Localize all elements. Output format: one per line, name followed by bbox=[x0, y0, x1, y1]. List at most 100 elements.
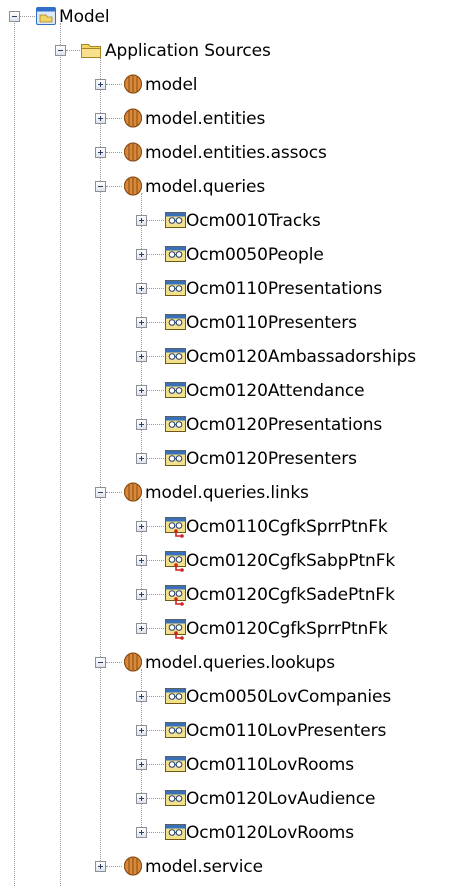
expand-toggle-icon[interactable] bbox=[95, 147, 106, 158]
tree-connector bbox=[147, 356, 164, 357]
tree-node-label: Ocm0110Presenters bbox=[186, 313, 357, 333]
tree-node-ocm0050people[interactable]: Ocm0050People bbox=[0, 238, 465, 272]
collapse-toggle-icon[interactable] bbox=[95, 657, 106, 668]
expand-toggle-icon[interactable] bbox=[136, 385, 147, 396]
view-object-icon bbox=[164, 311, 188, 333]
tree-connector bbox=[147, 594, 164, 595]
tree-connector bbox=[147, 764, 164, 765]
tree-node-model-entities-assocs[interactable]: model.entities.assocs bbox=[0, 136, 465, 170]
tree-node-label: model bbox=[145, 75, 198, 95]
view-link-icon bbox=[164, 583, 188, 607]
tree-node-ocm0110lovpresenters[interactable]: Ocm0110LovPresenters bbox=[0, 714, 465, 748]
tree-node-label: model.entities.assocs bbox=[145, 143, 327, 163]
view-object-icon bbox=[164, 413, 188, 435]
view-link-icon bbox=[164, 549, 188, 573]
expand-toggle-icon[interactable] bbox=[136, 725, 147, 736]
tree-node-ocm0050lovcompanies[interactable]: Ocm0050LovCompanies bbox=[0, 680, 465, 714]
tree-node-label: model.service bbox=[145, 857, 263, 877]
expand-toggle-icon[interactable] bbox=[136, 759, 147, 770]
tree-connector bbox=[147, 424, 164, 425]
tree-connector bbox=[147, 696, 164, 697]
tree-node-model-service[interactable]: model.service bbox=[0, 850, 465, 884]
view-object-icon bbox=[164, 821, 188, 843]
expand-toggle-icon[interactable] bbox=[136, 555, 147, 566]
expand-toggle-icon[interactable] bbox=[136, 691, 147, 702]
tree-node-ocm0120attendance[interactable]: Ocm0120Attendance bbox=[0, 374, 465, 408]
view-object-icon bbox=[164, 209, 188, 231]
tree-node-label: Ocm0050People bbox=[186, 245, 324, 265]
view-object-icon bbox=[164, 379, 188, 401]
expand-toggle-icon[interactable] bbox=[95, 113, 106, 124]
package-icon bbox=[122, 175, 144, 197]
tree-connector bbox=[20, 16, 35, 17]
tree-connector bbox=[106, 492, 122, 493]
tree-node-ocm0120presenters[interactable]: Ocm0120Presenters bbox=[0, 442, 465, 476]
tree-node-label: Ocm0120CgfkSabpPtnFk bbox=[186, 551, 396, 571]
tree-connector bbox=[106, 662, 122, 663]
tree-node-label: model.queries.links bbox=[145, 483, 309, 503]
expand-toggle-icon[interactable] bbox=[136, 589, 147, 600]
tree-connector bbox=[147, 730, 164, 731]
tree-node-model[interactable]: model bbox=[0, 68, 465, 102]
tree-node-model-queries-lookups[interactable]: model.queries.lookups bbox=[0, 646, 465, 680]
tree-node-label: Ocm0120Attendance bbox=[186, 381, 365, 401]
collapse-toggle-icon[interactable] bbox=[95, 181, 106, 192]
tree-node-label: Model bbox=[59, 7, 110, 27]
view-object-icon bbox=[164, 753, 188, 775]
tree-connector bbox=[147, 220, 164, 221]
package-icon bbox=[122, 141, 144, 163]
folder-icon bbox=[80, 39, 102, 61]
tree-node-model-queries-links[interactable]: model.queries.links bbox=[0, 476, 465, 510]
tree-node-ocm0120lovrooms[interactable]: Ocm0120LovRooms bbox=[0, 816, 465, 850]
view-link-icon bbox=[164, 617, 188, 641]
tree-node-ocm0110presentations[interactable]: Ocm0110Presentations bbox=[0, 272, 465, 306]
tree-node-model[interactable]: Model bbox=[0, 0, 465, 34]
collapse-toggle-icon[interactable] bbox=[95, 487, 106, 498]
expand-toggle-icon[interactable] bbox=[136, 249, 147, 260]
tree-node-ocm0120presentations[interactable]: Ocm0120Presentations bbox=[0, 408, 465, 442]
expand-toggle-icon[interactable] bbox=[136, 793, 147, 804]
tree-node-ocm0120cgfksabpptnfk[interactable]: Ocm0120CgfkSabpPtnFk bbox=[0, 544, 465, 578]
tree-node-model-queries[interactable]: model.queries bbox=[0, 170, 465, 204]
tree-connector bbox=[106, 186, 122, 187]
package-icon bbox=[122, 855, 144, 877]
tree-node-label: Ocm0110CgfkSprrPtnFk bbox=[186, 517, 388, 537]
package-icon bbox=[122, 73, 144, 95]
expand-toggle-icon[interactable] bbox=[95, 861, 106, 872]
tree-node-application-sources[interactable]: Application Sources bbox=[0, 34, 465, 68]
tree-node-ocm0010tracks[interactable]: Ocm0010Tracks bbox=[0, 204, 465, 238]
tree-node-ocm0120lovaudience[interactable]: Ocm0120LovAudience bbox=[0, 782, 465, 816]
view-object-icon bbox=[164, 345, 188, 367]
tree-node-label: Ocm0120LovRooms bbox=[186, 823, 354, 843]
tree-node-label: model.queries.lookups bbox=[145, 653, 335, 673]
tree-node-ocm0110cgfksprrptnfk[interactable]: Ocm0110CgfkSprrPtnFk bbox=[0, 510, 465, 544]
tree-node-model-entities[interactable]: model.entities bbox=[0, 102, 465, 136]
expand-toggle-icon[interactable] bbox=[136, 215, 147, 226]
tree-node-ocm0120cgfksprrptnfk[interactable]: Ocm0120CgfkSprrPtnFk bbox=[0, 612, 465, 646]
expand-toggle-icon[interactable] bbox=[136, 317, 147, 328]
collapse-toggle-icon[interactable] bbox=[55, 45, 66, 56]
tree-connector bbox=[147, 322, 164, 323]
tree-node-label: Ocm0110LovPresenters bbox=[186, 721, 387, 741]
tree-node-ocm0120ambassadorships[interactable]: Ocm0120Ambassadorships bbox=[0, 340, 465, 374]
expand-toggle-icon[interactable] bbox=[136, 453, 147, 464]
tree-node-label: Ocm0120LovAudience bbox=[186, 789, 376, 809]
view-object-icon bbox=[164, 243, 188, 265]
expand-toggle-icon[interactable] bbox=[136, 351, 147, 362]
tree-node-label: Ocm0120CgfkSadePtnFk bbox=[186, 585, 395, 605]
tree-node-ocm0110presenters[interactable]: Ocm0110Presenters bbox=[0, 306, 465, 340]
expand-toggle-icon[interactable] bbox=[136, 623, 147, 634]
tree-node-ocm0120cgfksadeptnfk[interactable]: Ocm0120CgfkSadePtnFk bbox=[0, 578, 465, 612]
expand-toggle-icon[interactable] bbox=[136, 521, 147, 532]
collapse-toggle-icon[interactable] bbox=[9, 11, 20, 22]
tree-node-ocm0110lovrooms[interactable]: Ocm0110LovRooms bbox=[0, 748, 465, 782]
tree-connector bbox=[66, 50, 80, 51]
view-object-icon bbox=[164, 685, 188, 707]
tree-connector bbox=[147, 832, 164, 833]
expand-toggle-icon[interactable] bbox=[136, 419, 147, 430]
expand-toggle-icon[interactable] bbox=[136, 283, 147, 294]
expand-toggle-icon[interactable] bbox=[136, 827, 147, 838]
tree-node-label: model.entities bbox=[145, 109, 266, 129]
expand-toggle-icon[interactable] bbox=[95, 79, 106, 90]
tree-connector bbox=[147, 288, 164, 289]
